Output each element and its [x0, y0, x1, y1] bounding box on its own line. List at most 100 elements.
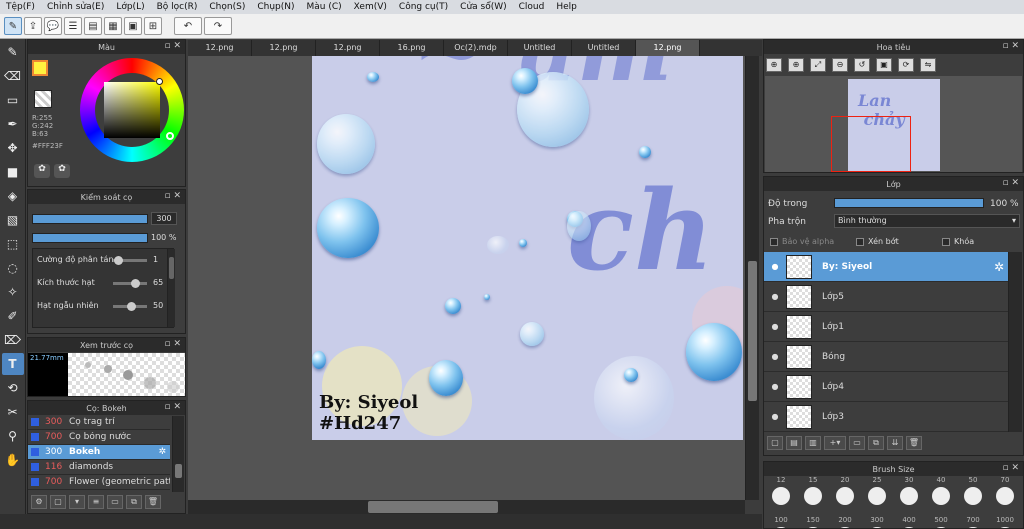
brush-list-scrollbar[interactable]	[172, 416, 184, 492]
brush-size-preset[interactable]: 20	[830, 476, 860, 514]
duplicate-brush-icon[interactable]: ⧉	[126, 495, 142, 509]
document-tab[interactable]: 12.png	[316, 40, 380, 56]
layer-row[interactable]: ● By: Siyeol ✲	[764, 252, 1008, 282]
brush-settings-icon[interactable]: ⚙	[31, 495, 47, 509]
brush-size-preset[interactable]: 400	[894, 516, 924, 528]
fill-rect-tool-icon[interactable]: ■	[2, 161, 24, 183]
brush-size-preset[interactable]: 15	[798, 476, 828, 514]
panel-close-icon[interactable]: ▫ ✕	[164, 402, 181, 412]
hue-wheel[interactable]	[80, 58, 184, 162]
fit-screen-icon[interactable]: ⤢	[810, 58, 826, 72]
brush-options-icon[interactable]: ≡	[88, 495, 104, 509]
document-tab[interactable]: 12.png	[636, 40, 700, 56]
layer-row[interactable]: ● Lớp4	[764, 372, 1008, 402]
brush-size-preset[interactable]: 500	[926, 516, 956, 528]
panel-close-icon[interactable]: ▫ ✕	[1002, 41, 1019, 51]
visibility-eye-icon[interactable]: ●	[764, 382, 786, 391]
params-scrollbar[interactable]	[167, 249, 175, 327]
menu-item[interactable]: Chọn(S)	[203, 2, 251, 12]
brush-param-slider[interactable]	[113, 302, 147, 311]
brush-size-preset[interactable]: 150	[798, 516, 828, 528]
visibility-eye-icon[interactable]: ●	[764, 412, 786, 421]
actual-size-icon[interactable]: ▣	[876, 58, 892, 72]
magic-wand-tool-icon[interactable]: ✧	[2, 281, 24, 303]
brush-list-item[interactable]: 700 Cọ bóng nước	[28, 430, 170, 445]
select-pen-tool-icon[interactable]: ✐	[2, 305, 24, 327]
flip-icon[interactable]: ⇋	[920, 58, 936, 72]
palette-add-icon[interactable]: ✿	[54, 164, 70, 178]
panel-close-icon[interactable]: ▫ ✕	[164, 191, 181, 201]
operation-tool-icon[interactable]: ⟲	[2, 377, 24, 399]
brush-size-preset[interactable]: 50	[958, 476, 988, 514]
add-brush-menu-icon[interactable]: ▾	[69, 495, 85, 509]
text-tool-icon[interactable]: T	[1, 353, 24, 375]
brush-size-preset[interactable]: 200	[830, 516, 860, 528]
bucket-tool-icon[interactable]: ◈	[2, 185, 24, 207]
redo-icon[interactable]: ↷	[204, 17, 232, 35]
panel-close-icon[interactable]: ▫ ✕	[1002, 178, 1019, 188]
document-tab[interactable]: Oc(2).mdp	[444, 40, 508, 56]
brush-list-item[interactable]: 700 Flower (geometric patte	[28, 475, 170, 490]
layers-list-icon[interactable]: ☰	[64, 17, 82, 35]
blend-mode-select[interactable]: Bình thường ▾	[834, 214, 1020, 228]
brush-size-preset[interactable]: 700	[958, 516, 988, 528]
brush-param-slider[interactable]	[113, 279, 147, 288]
eyedropper-tool-icon[interactable]: ⚲	[2, 425, 24, 447]
menu-item[interactable]: Màu (C)	[301, 2, 348, 12]
transparent-color-swatch[interactable]	[34, 90, 52, 108]
menu-item[interactable]: Công cụ(T)	[393, 2, 454, 12]
comment-icon[interactable]: 💬	[44, 17, 62, 35]
document-icon[interactable]: ▤	[84, 17, 102, 35]
brush-mode-icon[interactable]: ✎	[4, 17, 22, 35]
reset-view-icon[interactable]: ⟳	[898, 58, 914, 72]
export-icon[interactable]: ⇪	[24, 17, 42, 35]
layer-opacity-slider[interactable]	[834, 198, 984, 208]
layer-row[interactable]: ● Lớp5	[764, 282, 1008, 312]
divide-tool-icon[interactable]: ✂	[2, 401, 24, 423]
undo-icon[interactable]: ↶	[174, 17, 202, 35]
delete-layer-icon[interactable]: 🗑	[906, 436, 922, 450]
menu-item[interactable]: Cloud	[513, 2, 551, 12]
panel-icon[interactable]: ▣	[124, 17, 142, 35]
drawing-canvas[interactable]: ~ am ch By: Siyeol #Hd247	[312, 56, 743, 440]
visibility-eye-icon[interactable]: ●	[764, 292, 786, 301]
brush-size-preset[interactable]: 12	[766, 476, 796, 514]
new-layer-icon[interactable]: ▢	[767, 436, 783, 450]
zoom-out-icon[interactable]: ⊖	[832, 58, 848, 72]
brush-size-value[interactable]: 300	[151, 212, 177, 225]
menu-item[interactable]: Cửa sổ(W)	[454, 2, 512, 12]
gradient-tool-icon[interactable]: ▧	[2, 209, 24, 231]
foreground-color-swatch[interactable]	[32, 60, 48, 76]
add-layer-menu-icon[interactable]: +▾	[824, 436, 846, 450]
delete-brush-icon[interactable]: 🗑	[145, 495, 161, 509]
layer-settings-gear-icon[interactable]: ✲	[994, 260, 1004, 274]
new-halftone-layer-icon[interactable]: ▤	[786, 436, 802, 450]
brush-size-preset[interactable]: 30	[894, 476, 924, 514]
layer-row[interactable]: ● Lớp3	[764, 402, 1008, 432]
grid-icon[interactable]: ▦	[104, 17, 122, 35]
color-picker-handle[interactable]	[156, 78, 163, 85]
visibility-eye-icon[interactable]: ●	[764, 262, 786, 271]
protect-alpha-checkbox[interactable]: Bảo vệ alpha	[770, 237, 834, 246]
document-tab[interactable]: Untitled	[508, 40, 572, 56]
brush-size-preset[interactable]: 40	[926, 476, 956, 514]
brush-size-preset[interactable]: 300	[862, 516, 892, 528]
brush-size-preset[interactable]: 25	[862, 476, 892, 514]
menu-item[interactable]: Help	[550, 2, 583, 12]
layer-row[interactable]: ● Bóng	[764, 342, 1008, 372]
new-1bit-layer-icon[interactable]: ▥	[805, 436, 821, 450]
hand-tool-icon[interactable]: ✋	[2, 449, 24, 471]
lock-checkbox[interactable]: Khóa	[942, 237, 974, 246]
brush-tool-icon[interactable]: ✎	[2, 41, 24, 63]
folder-icon[interactable]: ▭	[107, 495, 123, 509]
brush-list-item[interactable]: 116 diamonds	[28, 460, 170, 475]
menu-item[interactable]: Chụp(N)	[251, 2, 300, 12]
navigator-viewport-box[interactable]	[831, 116, 911, 172]
document-tab[interactable]: 12.png	[188, 40, 252, 56]
navigator-preview[interactable]: Lan chảy	[765, 76, 1022, 172]
rotate-left-icon[interactable]: ↺	[854, 58, 870, 72]
layer-row[interactable]: ● Lớp1	[764, 312, 1008, 342]
menu-item[interactable]: Xem(V)	[348, 2, 393, 12]
brush-list-item[interactable]: 300 Bokeh ✲	[28, 445, 170, 460]
move-tool-icon[interactable]: ✥	[2, 137, 24, 159]
